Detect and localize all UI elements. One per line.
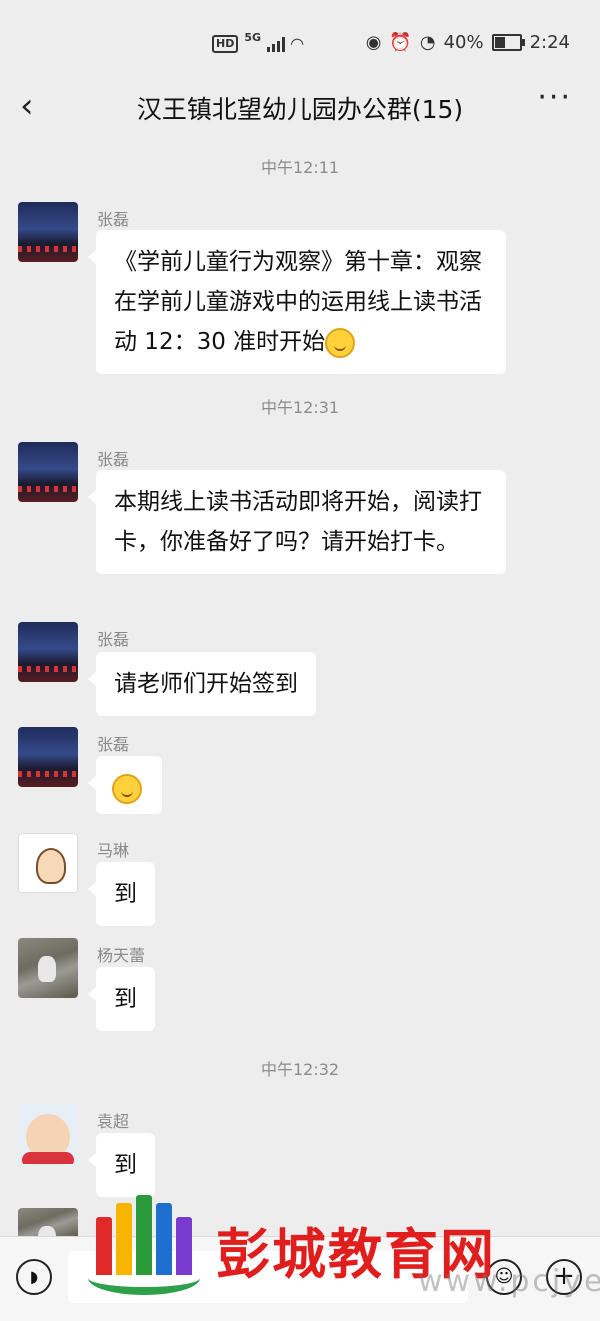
sender-name: 张磊 [97, 630, 130, 649]
avatar[interactable] [18, 622, 78, 682]
voice-icon[interactable]: ◗ [16, 1259, 52, 1295]
avatar[interactable] [18, 938, 78, 998]
input-bar: ◗ ☺ + [0, 1236, 600, 1321]
battery-icon [491, 34, 525, 51]
message-bubble[interactable] [88, 756, 162, 814]
avatar[interactable] [18, 442, 78, 502]
status-right: ◉ ⏰ ◔ 40% 2:24 [366, 32, 570, 53]
timestamp: 中午12:31 [260, 398, 340, 417]
message-bubble[interactable]: 本期线上读书活动即将开始，阅读打卡，你准备好了吗？请开始打卡。 [88, 470, 506, 574]
clock: 2:24 [529, 32, 570, 53]
timestamp: 中午12:32 [260, 1060, 340, 1079]
message-bubble[interactable]: 到 [88, 862, 155, 926]
message-text: 请老师们开始签到 [114, 671, 298, 697]
sender-name: 杨天蕾 [97, 946, 146, 965]
signal-icon [267, 36, 286, 52]
avatar[interactable] [18, 1208, 78, 1238]
cartoon-face [36, 848, 66, 884]
message-input[interactable] [68, 1251, 468, 1303]
sender-name: 张磊 [97, 450, 130, 469]
avatar[interactable] [18, 833, 78, 893]
smile-emoji-icon [325, 327, 356, 358]
avatar[interactable] [18, 202, 78, 262]
sender-name: 袁超 [97, 1112, 130, 1131]
baby-shirt [22, 1152, 74, 1164]
message-bubble[interactable]: 到 [88, 1133, 155, 1197]
sender-name: 马琳 [97, 841, 130, 860]
chat-title: 汉王镇北望幼儿园办公群(15) [136, 95, 464, 124]
avatar[interactable] [18, 727, 78, 787]
battery-fill [494, 37, 505, 48]
battery-percent: 40% [443, 32, 484, 53]
message-bubble[interactable]: 《学前儿童行为观察》第十章：观察在学前儿童游戏中的运用线上读书活动 12：30 … [88, 230, 506, 374]
more-options-icon[interactable]: ··· [537, 80, 572, 115]
alarm-icon: ⏰ [389, 32, 412, 53]
message-text: 本期线上读书活动即将开始，阅读打卡，你准备好了吗？请开始打卡。 [114, 489, 482, 555]
speedometer-icon: ◔ [419, 32, 436, 53]
message-bubble[interactable]: 到 [88, 967, 155, 1031]
message-text: 到 [114, 986, 137, 1012]
plus-icon[interactable]: + [546, 1259, 582, 1295]
sender-name: 张磊 [97, 735, 130, 754]
message-text: 到 [114, 881, 137, 907]
status-bar: HD 5G ◠ ◉ ⏰ ◔ 40% 2:24 [0, 0, 600, 90]
eye-icon: ◉ [365, 32, 382, 53]
message-text: 《学前儿童行为观察》第十章：观察在学前儿童游戏中的运用线上读书活动 12：30 … [114, 249, 482, 355]
hd-badge: HD [212, 34, 239, 53]
smile-emoji-icon [112, 773, 142, 804]
network-type: 5G [244, 31, 262, 44]
emoji-icon[interactable]: ☺ [486, 1259, 522, 1295]
timestamp: 中午12:11 [260, 158, 340, 177]
title-bar: ‹ 汉王镇北望幼儿园办公群(15) ··· [0, 80, 600, 136]
avatar[interactable] [18, 1104, 78, 1164]
message-bubble[interactable]: 请老师们开始签到 [88, 652, 316, 716]
network-indicators: HD 5G ◠ [212, 31, 304, 53]
sender-name: 张磊 [97, 210, 130, 229]
wifi-icon: ◠ [291, 34, 304, 53]
message-text: 到 [114, 1152, 137, 1178]
